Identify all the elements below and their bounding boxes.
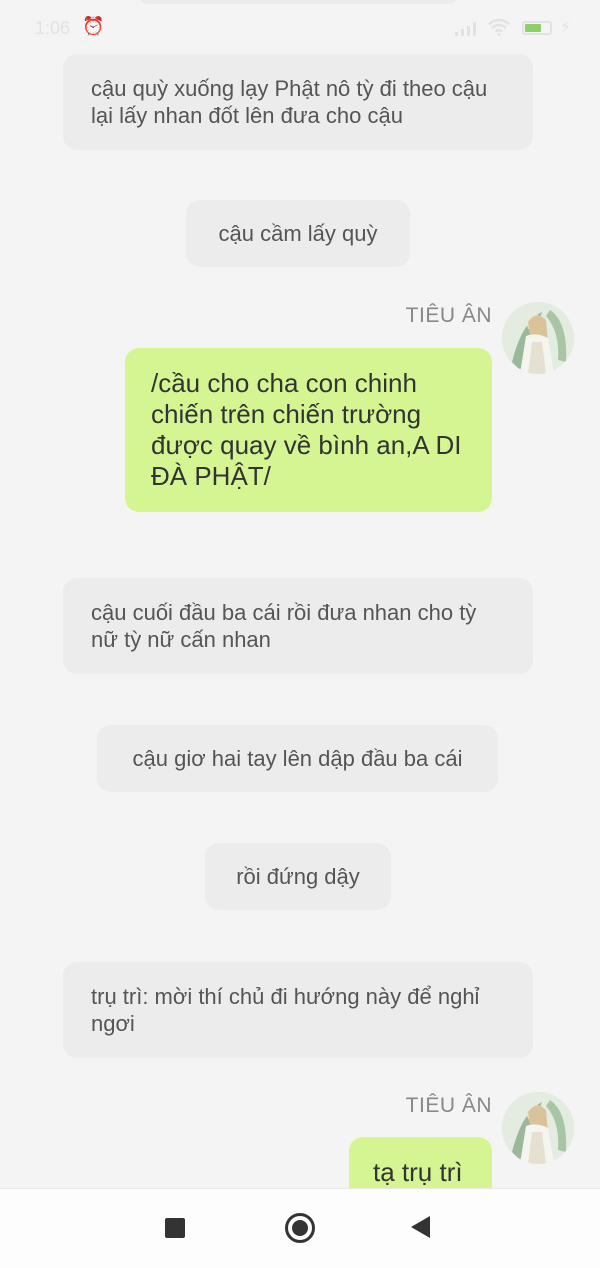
avatar-image	[502, 302, 574, 374]
circle-home-icon[interactable]	[285, 1213, 315, 1243]
message-text: cậu cầm lấy quỳ	[218, 221, 378, 246]
user-bubble: /cầu cho cha con chinh chiến trên chiến …	[125, 348, 492, 512]
message-text: cậu quỳ xuống lạy Phật nô tỳ đi theo cậu…	[91, 76, 488, 128]
message-text: rồi đứng dậy	[236, 864, 360, 889]
avatar[interactable]	[502, 302, 574, 374]
message-text: trụ trì: mời thí chủ đi hướng này để ngh…	[91, 984, 480, 1036]
alarm-icon: ⏰	[82, 16, 105, 36]
narration-bubble: rồi đứng dậy	[205, 843, 391, 910]
status-time: 1:06	[35, 18, 71, 38]
message-text: /cầu cho cha con chinh chiến trên chiến …	[151, 368, 462, 491]
narration-bubble: cậu cuối đầu ba cái rồi đưa nhan cho tỳ …	[63, 578, 533, 674]
sender-name: TIÊU ÂN	[405, 304, 492, 327]
message-text: cậu giơ hai tay lên dập đầu ba cái	[132, 746, 463, 771]
narration-bubble: trụ trì: mời thí chủ đi hướng này để ngh…	[63, 962, 533, 1058]
avatar-image	[502, 1092, 574, 1164]
triangle-back-icon[interactable]	[411, 1216, 430, 1238]
message-text: tạ trụ trì	[373, 1157, 463, 1187]
battery-icon	[522, 21, 552, 35]
message-text: cậu cuối đầu ba cái rồi đưa nhan cho tỳ …	[91, 600, 477, 652]
narration-bubble: cậu giơ hai tay lên dập đầu ba cái	[97, 725, 498, 792]
square-icon[interactable]	[165, 1218, 185, 1238]
sender-name: TIÊU ÂN	[405, 1094, 492, 1117]
narration-bubble: cậu quỳ xuống lạy Phật nô tỳ đi theo cậu…	[63, 54, 533, 150]
wifi-icon	[488, 18, 510, 36]
signal-icon	[455, 22, 476, 36]
navigation-bar	[0, 1188, 600, 1268]
status-bar: 1:06 ⏰ ⚡	[0, 0, 600, 56]
battery-level	[525, 24, 541, 32]
avatar[interactable]	[502, 1092, 574, 1164]
home-inner-dot	[292, 1220, 308, 1236]
narration-bubble: cậu cầm lấy quỳ	[186, 200, 410, 267]
charging-icon: ⚡	[560, 19, 572, 36]
